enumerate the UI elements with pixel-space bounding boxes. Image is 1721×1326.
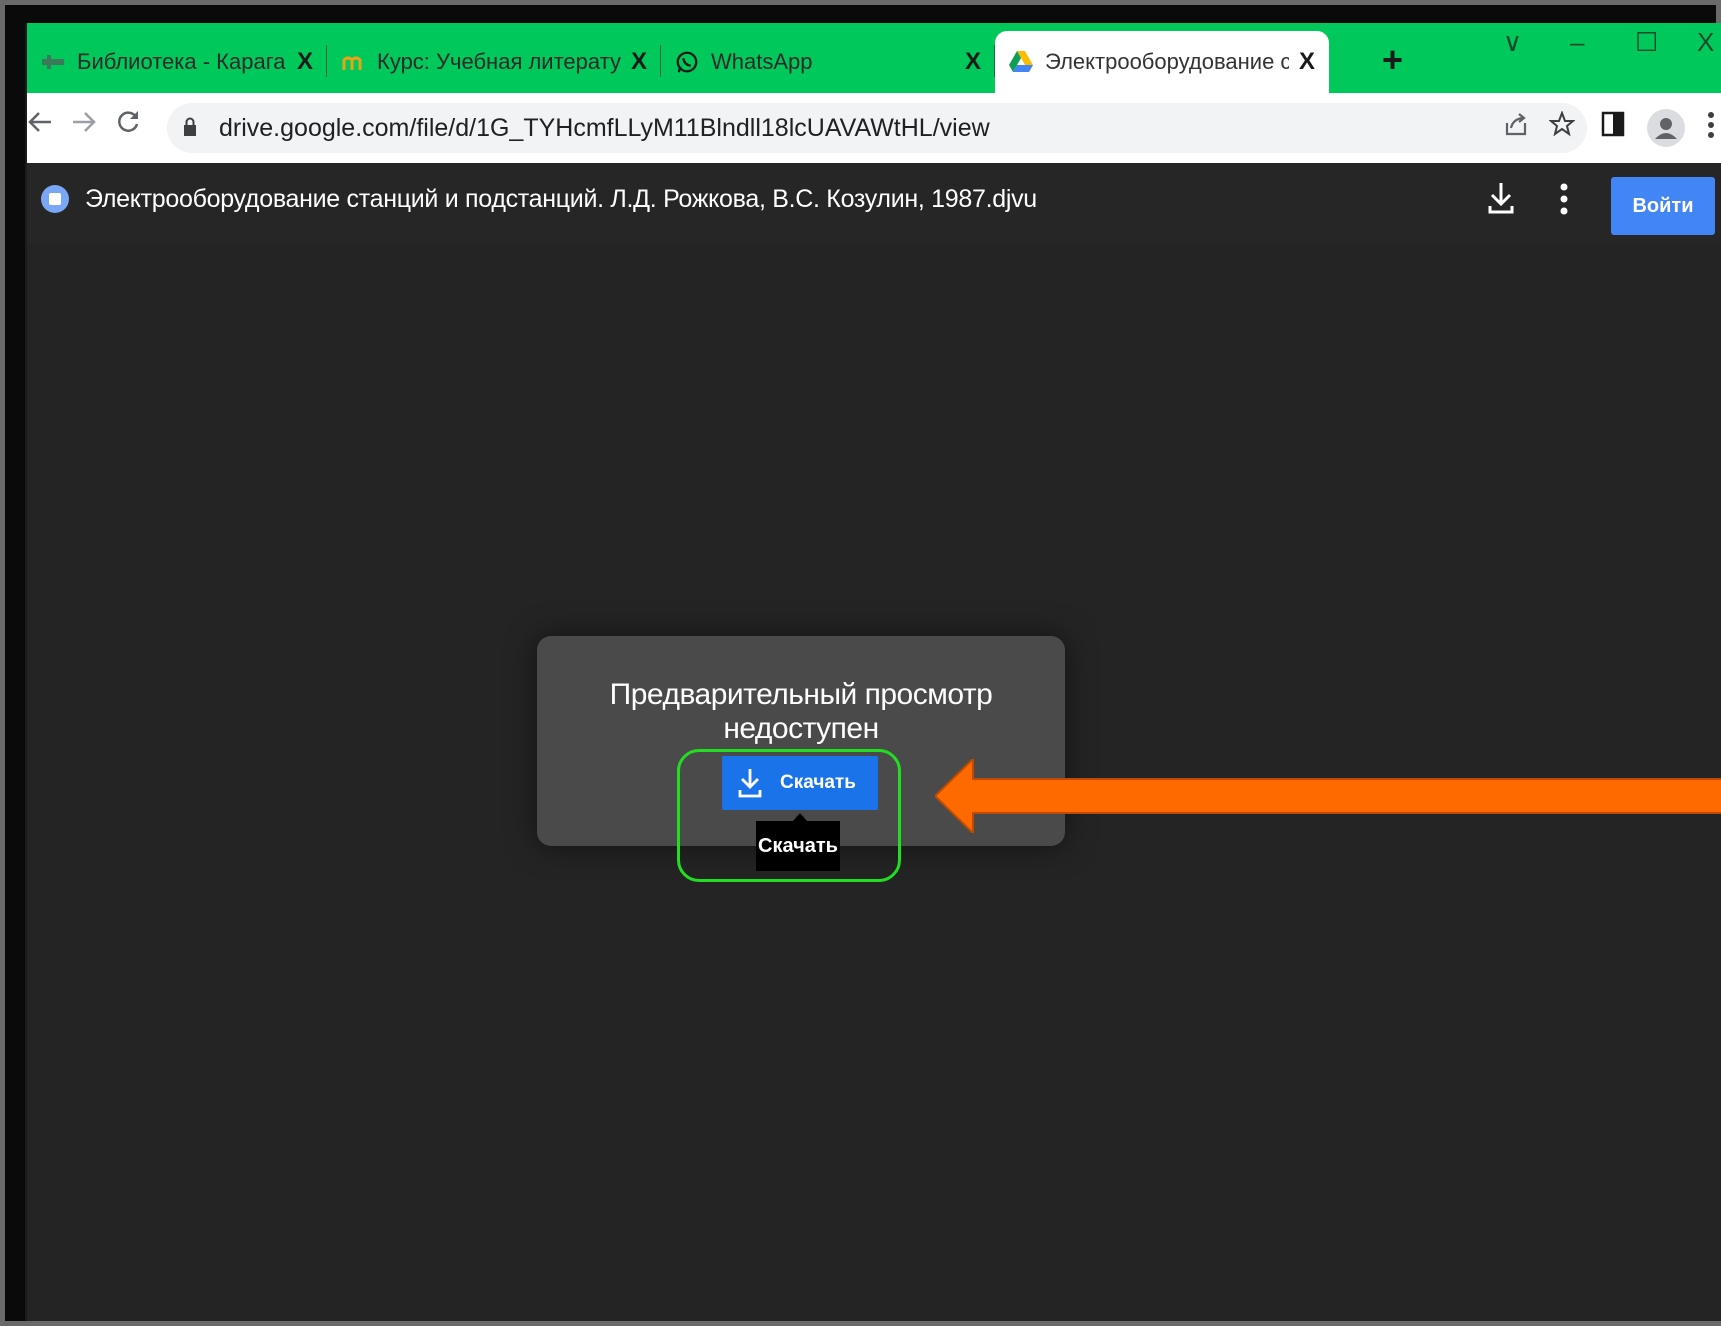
tab-whatsapp[interactable]: WhatsApp X bbox=[661, 31, 995, 93]
chrome-menu-icon[interactable] bbox=[1707, 111, 1715, 147]
highlight-outline bbox=[677, 749, 901, 882]
file-type-icon bbox=[41, 185, 69, 213]
tab-strip: Библиотека - Карагандинский X Курс: Учеб… bbox=[27, 23, 1721, 93]
download-icon[interactable] bbox=[1487, 181, 1515, 220]
lock-icon bbox=[183, 117, 199, 139]
reload-icon[interactable] bbox=[115, 105, 141, 144]
browser-window: Библиотека - Карагандинский X Курс: Учеб… bbox=[25, 23, 1721, 1321]
profile-avatar[interactable] bbox=[1647, 109, 1685, 147]
tab-title: Курс: Учебная литература по с bbox=[377, 49, 621, 74]
whatsapp-icon bbox=[675, 50, 699, 74]
close-window-button[interactable]: X bbox=[1697, 27, 1714, 58]
library-icon bbox=[41, 50, 65, 74]
new-tab-button[interactable]: + bbox=[1382, 39, 1403, 81]
bookmark-star-icon[interactable] bbox=[1548, 110, 1576, 145]
tab-title: Электрооборудование станци bbox=[1045, 49, 1289, 74]
tab-title: WhatsApp bbox=[711, 49, 813, 74]
url-text: drive.google.com/file/d/1G_TYHcmfLLyM11B… bbox=[219, 113, 990, 142]
back-icon[interactable] bbox=[27, 105, 53, 144]
pointer-arrow bbox=[935, 759, 1721, 833]
forward-icon[interactable] bbox=[71, 105, 97, 144]
signin-button[interactable]: Войти bbox=[1611, 177, 1715, 235]
tab-close-icon[interactable]: X bbox=[631, 48, 647, 76]
screenshot-frame: Библиотека - Карагандинский X Курс: Учеб… bbox=[0, 0, 1721, 1326]
tab-title: Библиотека - Карагандинский bbox=[77, 49, 287, 74]
maximize-button[interactable]: ☐ bbox=[1635, 27, 1658, 58]
more-options-icon[interactable] bbox=[1560, 183, 1568, 220]
side-panel-icon[interactable] bbox=[1601, 111, 1625, 145]
tab-search-icon[interactable]: ∨ bbox=[1503, 27, 1522, 58]
tab-library[interactable]: Библиотека - Карагандинский X bbox=[27, 31, 327, 93]
file-name: Электрооборудование станций и подстанций… bbox=[85, 185, 1037, 213]
tab-close-icon[interactable]: X bbox=[297, 48, 313, 76]
viewer-header: Электрооборудование станций и подстанций… bbox=[27, 163, 1721, 243]
google-drive-icon bbox=[1009, 50, 1033, 74]
address-bar[interactable]: drive.google.com/file/d/1G_TYHcmfLLyM11B… bbox=[167, 103, 1587, 153]
moodle-icon bbox=[341, 50, 365, 74]
tab-course[interactable]: Курс: Учебная литература по с X bbox=[327, 31, 661, 93]
browser-toolbar: drive.google.com/file/d/1G_TYHcmfLLyM11B… bbox=[27, 93, 1721, 163]
preview-unavailable-message: Предварительный просмотр недоступен bbox=[609, 678, 993, 745]
share-icon[interactable] bbox=[1503, 111, 1529, 145]
minimize-button[interactable]: – bbox=[1570, 27, 1584, 58]
tab-close-icon[interactable]: X bbox=[965, 48, 981, 76]
tab-close-icon[interactable]: X bbox=[1299, 48, 1315, 76]
tab-drive-file[interactable]: Электрооборудование станци X bbox=[995, 31, 1329, 93]
